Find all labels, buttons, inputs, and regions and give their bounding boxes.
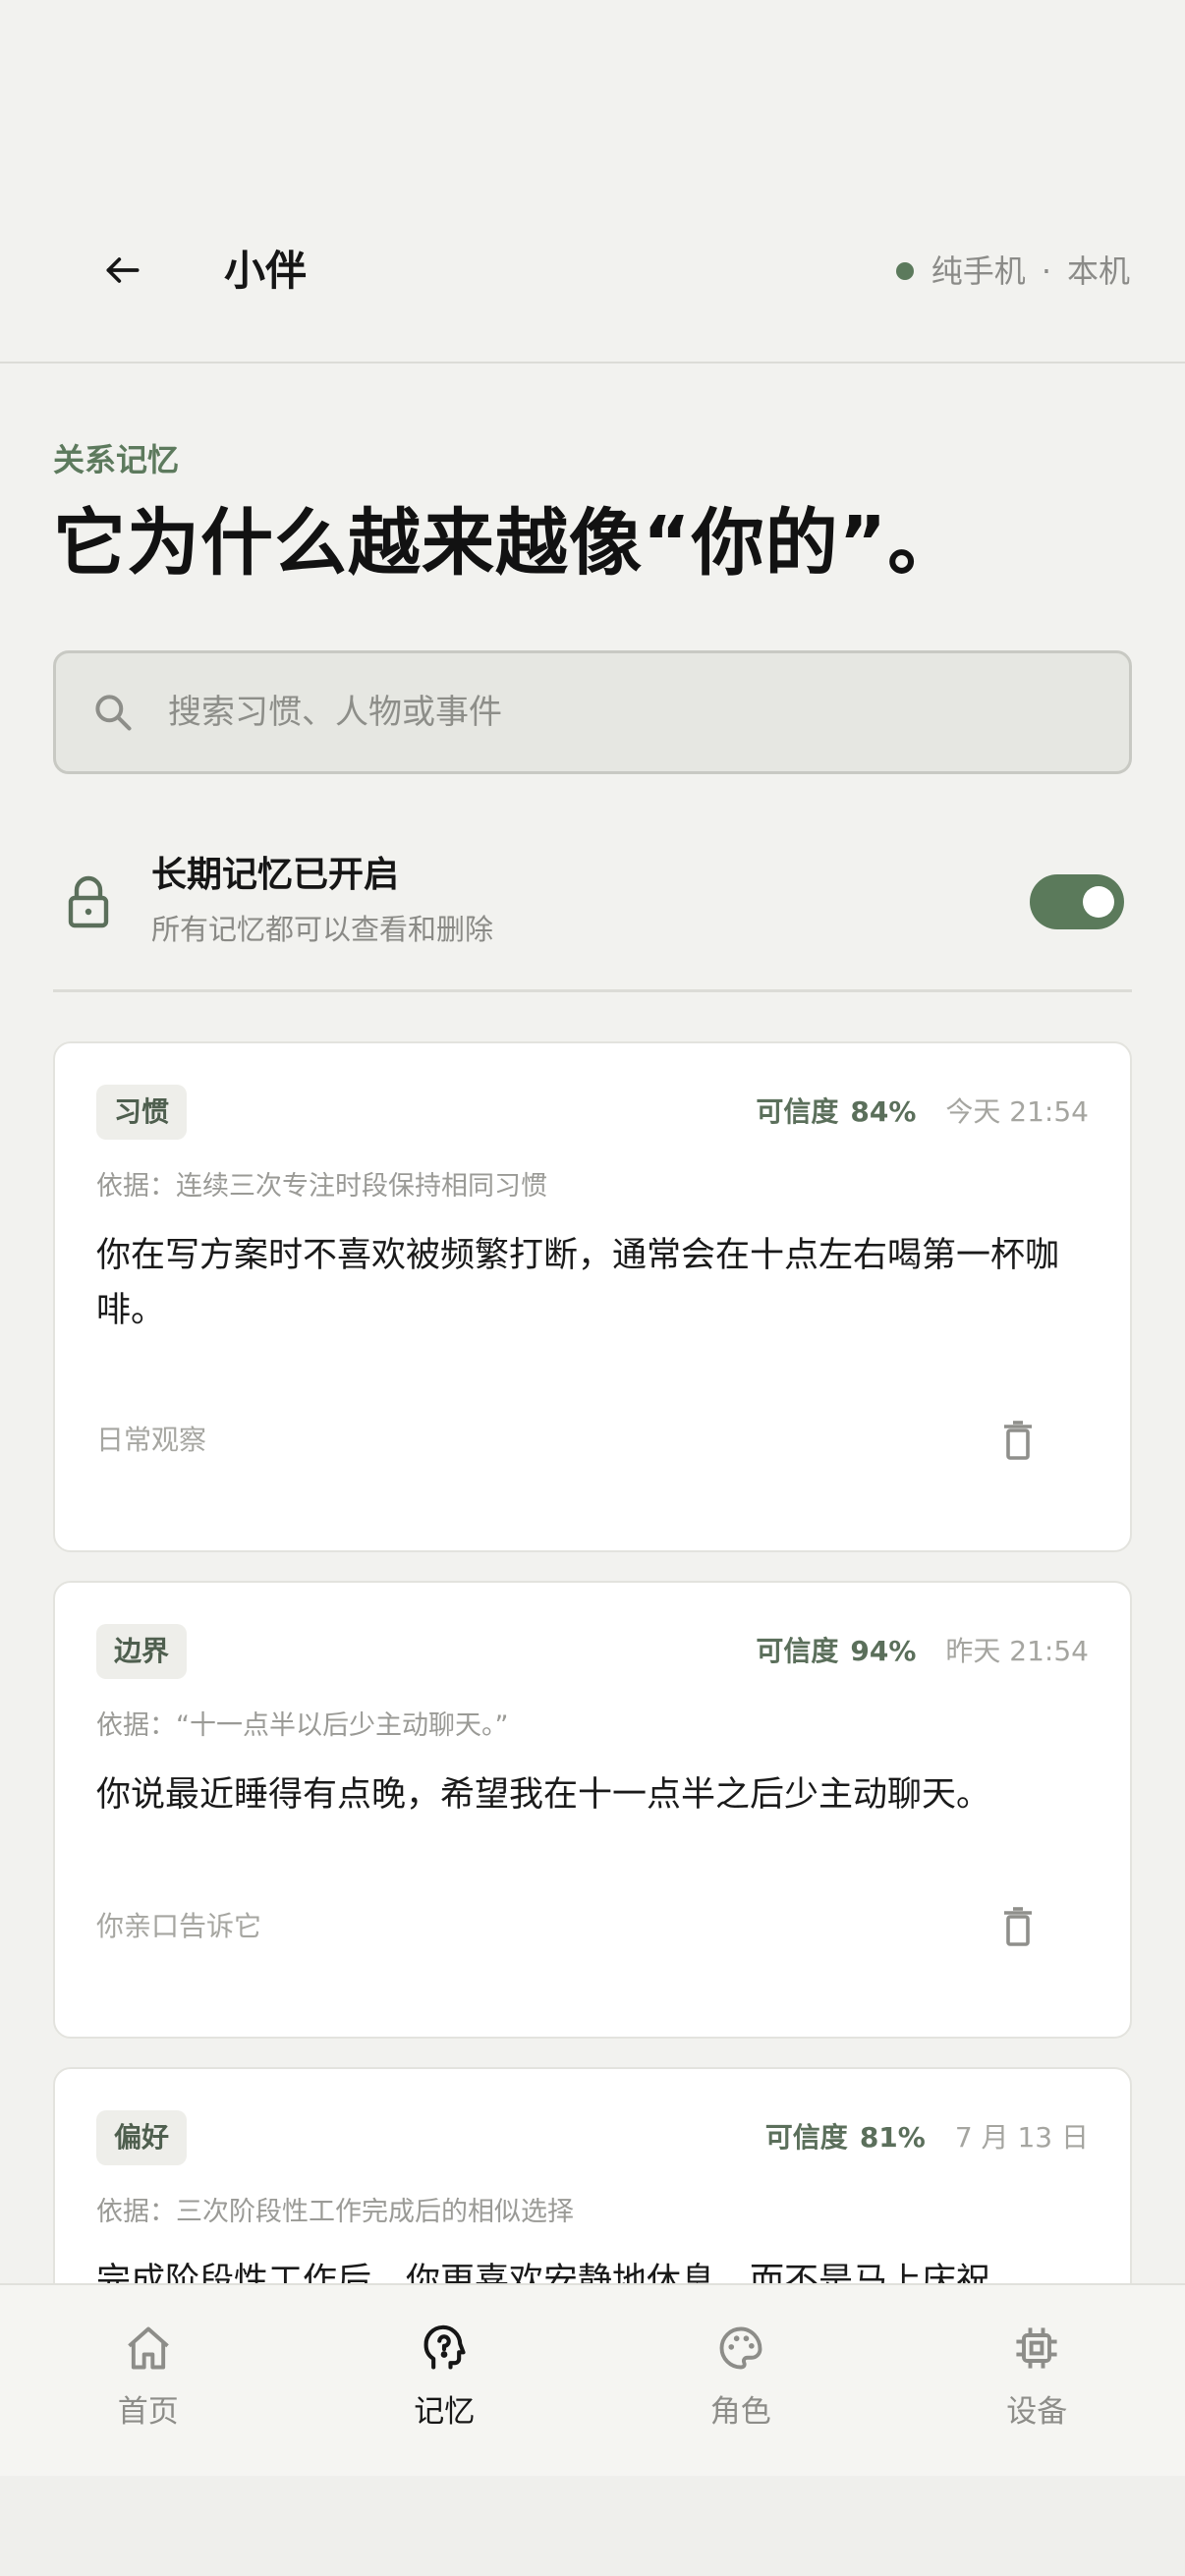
memory-icon [423,2324,466,2370]
app-title: 小伴 [224,247,308,295]
nav-label: 设备 [1006,2394,1068,2430]
confidence-value: 84% [850,1095,917,1128]
trash-icon[interactable] [1002,1907,1034,1946]
page-headline: 它为什么越来越像“你的”。 [53,501,962,586]
card-evidence: 依据：“十一点半以后少主动聊天。” [96,1710,509,1741]
nav-item-home[interactable]: 首页 [0,2285,297,2476]
confidence-label: 可信度 [764,2121,848,2154]
memory-setting-title: 长期记忆已开启 [151,855,400,895]
status-location: 本机 [1066,252,1130,290]
arrow-left-icon [106,257,140,283]
long-term-memory-setting: 长期记忆已开启 所有记忆都可以查看和删除 [53,845,1132,992]
confidence-label: 可信度 [756,1095,839,1128]
trash-icon[interactable] [1002,1421,1034,1460]
home-icon [127,2326,169,2370]
memory-screen: 小伴 纯手机 · 本机 关系记忆 它为什么越来越像“你的”。 长期记忆已开启 所… [0,0,1185,2576]
category-tag: 偏好 [96,2110,188,2165]
search-bar[interactable] [53,650,1132,774]
card-meta: 可信度 81% 7 月 13 日 [765,2118,1089,2157]
palette-icon [719,2326,762,2370]
system-gesture-area [0,2476,1185,2576]
memory-card[interactable]: 习惯 可信度 84% 今天 21:54 依据：连续三次专注时段保持相同习惯 你在… [53,1041,1132,1552]
search-input[interactable] [168,693,1052,732]
card-evidence: 依据：三次阶段性工作完成后的相似选择 [96,2197,574,2227]
status-dot-icon [895,262,914,280]
status-separator: · [1041,252,1051,290]
search-icon [95,695,132,731]
card-text: 你说最近睡得有点晚，希望我在十一点半之后少主动聊天。 [96,1775,991,1815]
back-button[interactable] [88,236,157,305]
nav-label: 记忆 [414,2394,476,2430]
memory-toggle[interactable] [1030,874,1124,929]
device-status: 纯手机 · 本机 [895,252,1130,291]
confidence-label: 可信度 [756,1635,839,1667]
nav-label: 角色 [709,2394,771,2430]
category-tag: 习惯 [96,1085,188,1140]
nav-item-device[interactable]: 设备 [889,2285,1185,2476]
memory-card[interactable]: 边界 可信度 94% 昨天 21:54 依据：“十一点半以后少主动聊天。” 你说… [53,1581,1132,2039]
lock-icon [68,875,109,928]
card-text: 你在写方案时不喜欢被频繁打断，通常会在十点左右喝第一杯咖啡。 [96,1236,1060,1330]
chip-icon [1016,2327,1057,2369]
nav-label: 首页 [117,2394,179,2430]
nav-item-role[interactable]: 角色 [592,2285,889,2476]
confidence-value: 94% [850,1635,917,1667]
card-source: 你亲口告诉它 [96,1910,262,1942]
card-timestamp: 今天 21:54 [945,1095,1089,1128]
section-eyebrow: 关系记忆 [53,441,180,478]
card-source: 日常观察 [96,1424,207,1456]
confidence-value: 81% [859,2121,926,2154]
card-evidence: 依据：连续三次专注时段保持相同习惯 [96,1171,547,1202]
card-timestamp: 昨天 21:54 [945,1635,1089,1667]
card-timestamp: 7 月 13 日 [954,2121,1089,2154]
card-meta: 可信度 94% 昨天 21:54 [756,1632,1089,1671]
category-tag: 边界 [96,1624,188,1679]
bottom-navigation: 首页 记忆 角色 设备 [0,2283,1185,2476]
status-mode: 纯手机 [931,252,1026,290]
memory-setting-subtitle: 所有记忆都可以查看和删除 [151,913,494,946]
top-app-bar: 小伴 纯手机 · 本机 [0,196,1185,364]
nav-item-memory[interactable]: 记忆 [297,2285,593,2476]
toggle-knob [1083,886,1114,918]
card-meta: 可信度 84% 今天 21:54 [756,1092,1089,1132]
